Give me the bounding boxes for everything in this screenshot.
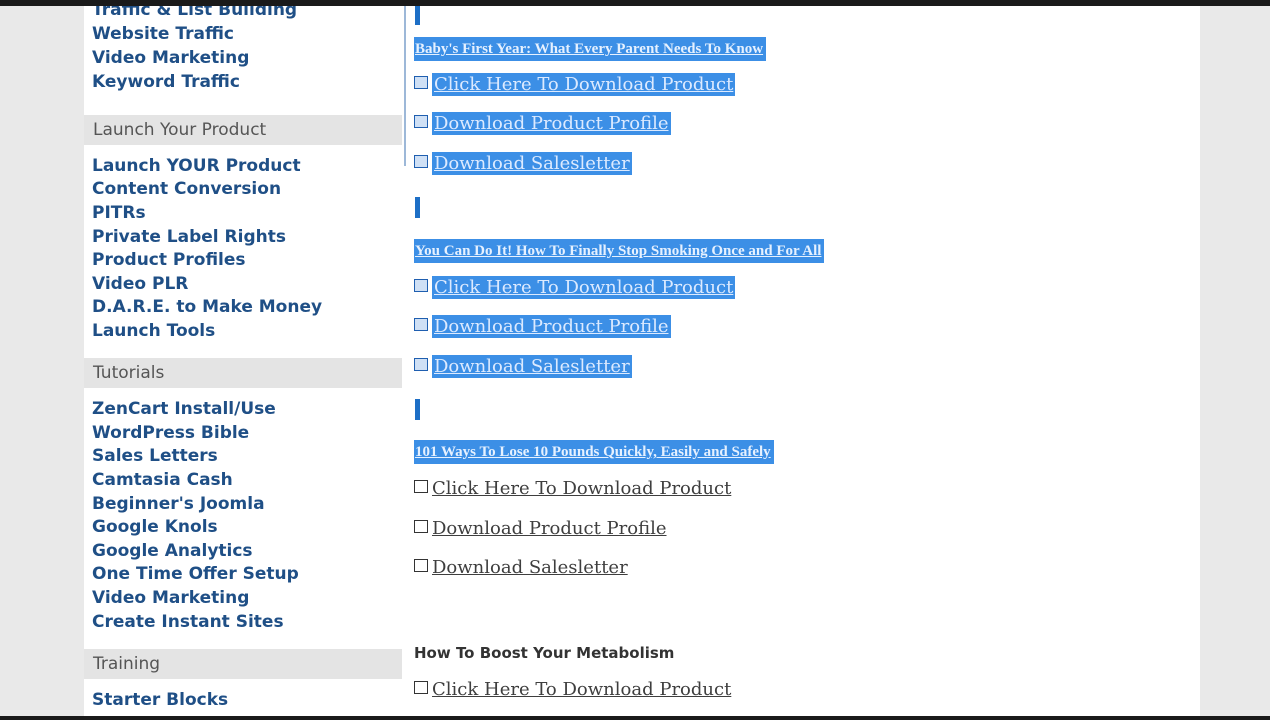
download-product-link[interactable]: Click Here To Download Product (432, 276, 736, 299)
sidebar-link-product-profiles[interactable]: Product Profiles (92, 250, 246, 270)
file-icon (414, 76, 428, 89)
file-icon (414, 115, 428, 128)
file-icon (414, 279, 428, 292)
download-salesletter-link[interactable]: Download Salesletter (432, 355, 632, 378)
file-icon (414, 559, 428, 572)
download-salesletter-link[interactable]: Download Salesletter (432, 557, 628, 578)
sidebar-link-google-knols[interactable]: Google Knols (92, 517, 218, 537)
sidebar-link-starter-blocks[interactable]: Starter Blocks (92, 690, 228, 710)
sidebar-heading-tutorials: Tutorials (84, 358, 402, 388)
file-icon (414, 358, 428, 371)
download-product-link[interactable]: Click Here To Download Product (432, 478, 731, 499)
sidebar-heading-training-label: Training (93, 654, 161, 674)
product-3-download-row[interactable]: Click Here To Download Product (414, 478, 731, 504)
product-2-profile-row[interactable]: Download Product Profile (414, 315, 671, 342)
sidebar-link-launch-your-product[interactable]: Launch YOUR Product (92, 156, 301, 176)
sidebar-link-pitrs[interactable]: PITRs (92, 203, 146, 223)
sidebar-link-video-plr[interactable]: Video PLR (92, 274, 188, 294)
sidebar-heading-launch-label: Launch Your Product (93, 120, 267, 140)
column-divider (404, 6, 406, 166)
window-bottom-edge (0, 716, 1270, 720)
sidebar-link-launch-tools[interactable]: Launch Tools (92, 321, 215, 341)
product-1-profile-row[interactable]: Download Product Profile (414, 112, 671, 139)
sidebar-link-video-marketing-2[interactable]: Video Marketing (92, 588, 249, 608)
product-title-lose-10-pounds: 101 Ways To Lose 10 Pounds Quickly, Easi… (414, 440, 774, 464)
sidebar-heading-launch: Launch Your Product (84, 115, 402, 145)
file-icon (414, 681, 428, 694)
download-product-link[interactable]: Click Here To Download Product (432, 73, 736, 96)
download-profile-link[interactable]: Download Product Profile (432, 315, 671, 338)
sidebar-link-sales-letters[interactable]: Sales Letters (92, 446, 218, 466)
product-4-download-row[interactable]: Click Here To Download Product (414, 679, 731, 705)
product-3-profile-row[interactable]: Download Product Profile (414, 518, 667, 544)
download-product-link[interactable]: Click Here To Download Product (432, 679, 731, 700)
sidebar-link-content-conversion[interactable]: Content Conversion (92, 179, 281, 199)
sidebar: Traffic & List Building Website Traffic … (84, 6, 402, 716)
sidebar-link-video-marketing[interactable]: Video Marketing (92, 48, 249, 68)
page-content: Traffic & List Building Website Traffic … (84, 6, 1200, 716)
product-title-stop-smoking: You Can Do It! How To Finally Stop Smoki… (414, 239, 825, 263)
sidebar-link-create-instant-sites[interactable]: Create Instant Sites (92, 612, 284, 632)
sidebar-link-traffic-list-building[interactable]: Traffic & List Building (92, 6, 297, 20)
download-profile-link[interactable]: Download Product Profile (432, 112, 671, 135)
file-icon (414, 318, 428, 331)
sidebar-link-zencart[interactable]: ZenCart Install/Use (92, 399, 276, 419)
sidebar-link-wordpress-bible[interactable]: WordPress Bible (92, 423, 249, 443)
sidebar-heading-tutorials-label: Tutorials (93, 363, 165, 383)
sidebar-link-dare-to-make-money[interactable]: D.A.R.E. to Make Money (92, 297, 322, 317)
product-3-salesletter-row[interactable]: Download Salesletter (414, 557, 628, 583)
selection-marker (415, 6, 420, 25)
file-icon (414, 155, 428, 168)
product-1-download-row[interactable]: Click Here To Download Product (414, 73, 736, 100)
file-icon (414, 480, 428, 493)
product-2-download-row[interactable]: Click Here To Download Product (414, 276, 736, 303)
download-profile-link[interactable]: Download Product Profile (432, 518, 667, 539)
sidebar-link-google-analytics[interactable]: Google Analytics (92, 541, 253, 561)
sidebar-heading-training: Training (84, 649, 402, 679)
selection-marker (415, 197, 420, 218)
product-1-salesletter-row[interactable]: Download Salesletter (414, 152, 632, 179)
sidebar-link-private-label-rights[interactable]: Private Label Rights (92, 227, 286, 247)
product-title-babys-first-year: Baby's First Year: What Every Parent Nee… (414, 37, 767, 61)
product-2-salesletter-row[interactable]: Download Salesletter (414, 355, 632, 382)
sidebar-link-beginners-joomla[interactable]: Beginner's Joomla (92, 494, 265, 514)
sidebar-link-camtasia-cash[interactable]: Camtasia Cash (92, 470, 233, 490)
product-title-boost-metabolism: How To Boost Your Metabolism (414, 644, 675, 662)
sidebar-link-one-time-offer[interactable]: One Time Offer Setup (92, 564, 299, 584)
file-icon (414, 520, 428, 533)
download-salesletter-link[interactable]: Download Salesletter (432, 152, 632, 175)
selection-marker (415, 399, 420, 420)
sidebar-link-website-traffic[interactable]: Website Traffic (92, 24, 234, 44)
sidebar-link-keyword-traffic[interactable]: Keyword Traffic (92, 72, 240, 92)
